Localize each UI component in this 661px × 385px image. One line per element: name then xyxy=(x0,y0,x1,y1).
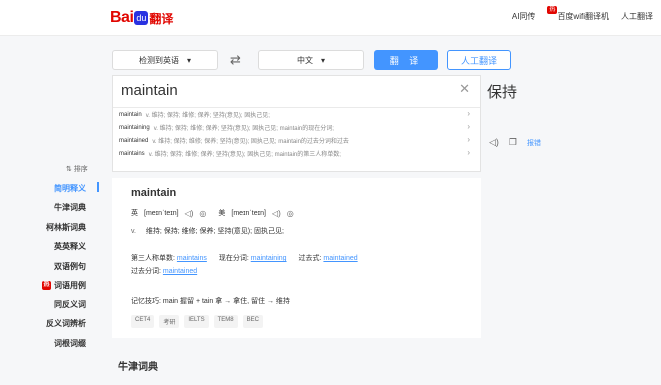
exam-tag: TEM8 xyxy=(213,315,238,328)
form-link[interactable]: maintaining xyxy=(251,255,287,262)
translate-button[interactable]: 翻 译 xyxy=(374,50,438,70)
oxford-section-title: 牛津词典 xyxy=(118,362,158,373)
nav-word-roots[interactable]: 词根词缀 xyxy=(54,338,655,349)
top-bar: Bai du 翻译 AI同传热 百度wifi翻译机 人工翻译 xyxy=(0,0,661,36)
hot-badge: 热 xyxy=(42,281,51,291)
speaker-icon[interactable]: ◁) xyxy=(489,137,499,148)
output-panel: 保持 ◁) ❐ 报错 xyxy=(481,75,661,172)
chevron-right-icon: › xyxy=(467,109,470,118)
source-language-select[interactable]: 检测到英语 ▾ xyxy=(112,50,218,70)
swap-arrows-icon[interactable]: ⇄ xyxy=(230,52,241,68)
chevron-down-icon: ▾ xyxy=(320,55,325,65)
uk-phonetic: [meɪnˈteɪn] xyxy=(144,209,179,217)
report-error-link[interactable]: 报错 xyxy=(527,138,541,148)
paw-icon: du xyxy=(134,11,149,25)
suggestion-item[interactable]: maintains v. 维持; 保持; 维修; 保养; 坚持(意见); 固执己… xyxy=(113,147,480,160)
exam-tag: 考研 xyxy=(159,315,180,328)
chevron-right-icon: › xyxy=(467,135,470,144)
source-input-panel[interactable]: maintain ✕ maintain v. 维持; 保持; 维修; 保养; 坚… xyxy=(112,75,481,172)
form-link[interactable]: maintains xyxy=(177,255,207,262)
language-bar: 检测到英语 ▾ ⇄ 中文 ▾ 翻 译 人工翻译 xyxy=(112,50,512,70)
form-link[interactable]: maintained xyxy=(323,255,357,262)
exam-tag: IELTS xyxy=(184,315,209,328)
ai-tongchuan-link[interactable]: AI同传热 xyxy=(512,6,558,22)
record-icon[interactable]: ◎ xyxy=(287,209,294,218)
speaker-icon[interactable]: ◁) xyxy=(272,209,281,218)
suggestion-item[interactable]: maintain v. 维持; 保持; 维修; 保养; 坚持(意见); 固执己见… xyxy=(113,108,480,121)
active-indicator xyxy=(97,182,99,192)
us-phonetic: [meɪnˈteɪn] xyxy=(231,209,266,217)
output-actions: ◁) ❐ 报错 xyxy=(489,137,541,148)
form-link[interactable]: maintained xyxy=(163,268,197,275)
copy-icon[interactable]: ❐ xyxy=(509,137,517,148)
suggestion-list: maintain v. 维持; 保持; 维修; 保养; 坚持(意见); 固执己见… xyxy=(113,107,480,160)
definition: v. 维持; 保持; 维修; 保养; 坚持(意见); 固执己见; xyxy=(131,228,284,235)
record-icon[interactable]: ◎ xyxy=(199,209,206,218)
suggestion-item[interactable]: maintained v. 维持; 保持; 维修; 保养; 坚持(意见); 固执… xyxy=(113,134,480,147)
sort-button[interactable]: ⇅ 排序 xyxy=(66,164,88,174)
concise-definition-card: maintain 英 [meɪnˈteɪn] ◁) ◎ 美 [meɪnˈteɪn… xyxy=(112,178,481,338)
word-forms: 第三人称单数: maintains 现在分词: maintaining 过去式:… xyxy=(131,255,358,275)
exam-tags: CET4 考研 IELTS TEM8 BEC xyxy=(131,315,263,328)
translation-output: 保持 xyxy=(487,84,518,101)
exam-tag: BEC xyxy=(242,315,263,328)
chevron-down-icon: ▾ xyxy=(186,55,191,65)
human-translate-link[interactable]: 人工翻译 xyxy=(621,11,653,22)
chevron-right-icon: › xyxy=(467,148,470,157)
chevron-right-icon: › xyxy=(467,122,470,131)
logo-fanyi-text: 翻译 xyxy=(149,11,174,26)
human-translate-button[interactable]: 人工翻译 xyxy=(447,50,511,70)
hot-badge: 热 xyxy=(547,6,558,14)
target-language-select[interactable]: 中文 ▾ xyxy=(258,50,364,70)
wifi-translator-link[interactable]: 百度wifi翻译机 xyxy=(557,11,609,22)
phonetics: 英 [meɪnˈteɪn] ◁) ◎ 美 [meɪnˈteɪn] ◁) ◎ xyxy=(131,208,294,218)
memory-tip: 记忆技巧: main 握留 + tain 拿 → 拿住, 留住 → 维持 xyxy=(131,298,290,305)
exam-tag: CET4 xyxy=(131,315,155,328)
baidu-fanyi-logo[interactable]: Bai du 翻译 xyxy=(110,8,173,28)
suggestion-item[interactable]: maintaining v. 维持; 保持; 维修; 保养; 坚持(意见); 固… xyxy=(113,121,480,134)
speaker-icon[interactable]: ◁) xyxy=(185,209,194,218)
dict-headword: maintain xyxy=(131,187,177,199)
top-links: AI同传热 百度wifi翻译机 人工翻译 xyxy=(512,6,653,22)
source-input[interactable]: maintain xyxy=(121,82,178,99)
logo-text: Bai xyxy=(110,9,134,26)
close-icon[interactable]: ✕ xyxy=(459,81,470,97)
